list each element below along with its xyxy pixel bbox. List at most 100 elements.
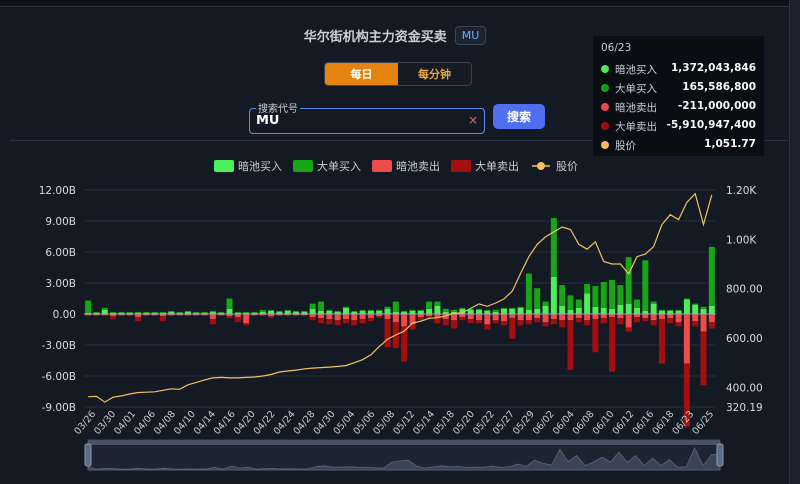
bar-block-sell — [160, 316, 166, 322]
x-axis-tick-label: 06/25 — [690, 409, 716, 437]
bar-block-buy — [367, 309, 374, 311]
bar-dark-pool-sell — [683, 314, 690, 364]
bar-dark-pool-sell — [467, 314, 474, 320]
bar-dark-pool-sell — [567, 314, 574, 321]
ticker-badge: MU — [454, 26, 487, 45]
zoom-handle-left[interactable] — [84, 443, 92, 467]
tooltip-row: 暗池买入 1,372,043,846 — [601, 62, 756, 78]
bar-block-sell — [342, 319, 349, 324]
bar-block-buy — [293, 310, 300, 312]
bar-block-buy — [517, 306, 524, 308]
y-axis-tick-label: 0.00 — [53, 309, 76, 321]
bar-block-buy — [318, 301, 324, 311]
bar-block-sell — [600, 318, 607, 324]
y2-axis-tick-label: 800.00 — [726, 284, 763, 296]
bar-block-buy — [243, 311, 250, 313]
bar-dark-pool-sell — [367, 314, 374, 319]
bar-block-buy — [342, 306, 349, 308]
bar-dark-pool-sell — [617, 314, 624, 319]
bar-block-sell — [135, 317, 142, 322]
bar-block-sell — [268, 316, 275, 319]
bar-block-sell — [584, 320, 591, 326]
bar-dark-pool-sell — [484, 314, 491, 325]
legend-label: 暗池买入 — [238, 159, 282, 173]
bar-block-sell — [367, 318, 374, 322]
search-button[interactable]: 搜索 — [493, 104, 545, 129]
legend-label: 股价 — [556, 160, 578, 173]
bar-dark-pool-sell — [392, 314, 399, 323]
bar-block-buy — [251, 311, 258, 313]
bar-block-buy — [675, 309, 682, 311]
bar-block-buy — [334, 310, 341, 312]
bar-block-sell — [284, 315, 291, 317]
toggle-minute-button[interactable]: 每分钟 — [398, 63, 471, 85]
bar-dark-pool-buy — [542, 305, 549, 314]
clear-icon[interactable]: × — [468, 113, 478, 127]
bar-block-buy — [534, 288, 541, 309]
bar-block-buy — [226, 298, 233, 309]
bar-block-buy — [259, 309, 266, 312]
bar-block-buy — [110, 311, 117, 313]
bar-block-sell — [168, 315, 175, 317]
bar-dark-pool-sell — [667, 314, 674, 319]
bar-block-sell — [642, 318, 649, 322]
bar-block-sell — [617, 318, 624, 325]
bar-block-sell — [226, 316, 233, 319]
y-axis-tick-label: 12.00B — [39, 185, 76, 197]
tooltip-series-value: -211,000,000 — [677, 100, 756, 112]
legend-swatch — [293, 160, 313, 172]
bar-block-buy — [459, 307, 466, 309]
bar-dark-pool-buy — [567, 309, 574, 314]
page-title: 华尔街机构主力资金买卖 — [303, 30, 447, 45]
bar-block-buy — [417, 309, 424, 311]
bar-block-buy — [683, 298, 690, 300]
bar-block-sell — [459, 317, 466, 321]
bar-dark-pool-buy — [683, 299, 690, 314]
bar-block-sell — [575, 318, 582, 323]
bar-block-sell — [143, 315, 150, 317]
bar-block-buy — [592, 286, 599, 307]
bar-block-buy — [609, 279, 616, 309]
bar-dark-pool-buy — [525, 309, 532, 314]
bar-block-sell — [500, 321, 507, 326]
search-input-value[interactable]: MU — [256, 113, 280, 128]
bar-block-buy — [575, 299, 582, 308]
bar-block-buy — [550, 217, 557, 277]
legend-dot-icon — [601, 141, 609, 149]
bar-block-sell — [384, 319, 391, 348]
legend-dot-icon — [601, 84, 609, 92]
bar-dark-pool-sell — [334, 314, 341, 321]
bar-dark-pool-sell — [575, 314, 582, 319]
fund-flow-chart: 暗池买入 大单买入 暗池卖出 大单卖出 股价 12.00B 9.00B 6.00B 3.00B 0… — [39, 159, 763, 471]
bar-dark-pool-sell — [243, 314, 250, 324]
bar-dark-pool-buy — [584, 293, 591, 314]
bar-dark-pool-buy — [550, 276, 557, 314]
legend-label: 大单买入 — [317, 159, 361, 173]
bar-block-sell — [634, 317, 640, 323]
bar-block-buy — [151, 311, 158, 313]
bar-dark-pool-sell — [384, 314, 391, 320]
top-bar — [0, 0, 800, 7]
bar-block-buy — [634, 299, 640, 308]
bar-block-buy — [584, 284, 591, 294]
zoom-handle-right[interactable] — [716, 443, 724, 467]
bar-block-sell — [692, 321, 699, 327]
toggle-daily-button[interactable]: 每日 — [325, 63, 398, 85]
bar-block-sell — [93, 315, 100, 317]
scrollbar[interactable] — [789, 0, 800, 484]
bar-block-buy — [135, 311, 142, 313]
bar-dark-pool-buy — [534, 308, 541, 314]
bar-block-sell — [567, 320, 574, 370]
bar-dark-pool-buy — [226, 308, 233, 314]
bar-block-sell — [126, 315, 133, 317]
bar-dark-pool-sell — [550, 314, 557, 320]
bar-block-sell — [675, 322, 682, 327]
bar-block-buy — [692, 303, 699, 305]
bar-dark-pool-buy — [342, 307, 349, 314]
bar-dark-pool-sell — [700, 314, 707, 332]
y-axis-tick-label: 6.00B — [45, 247, 76, 259]
bar-block-sell — [559, 320, 566, 328]
bar-dark-pool-sell — [517, 314, 524, 321]
bar-block-buy — [650, 301, 657, 304]
bar-dark-pool-sell — [209, 314, 216, 320]
